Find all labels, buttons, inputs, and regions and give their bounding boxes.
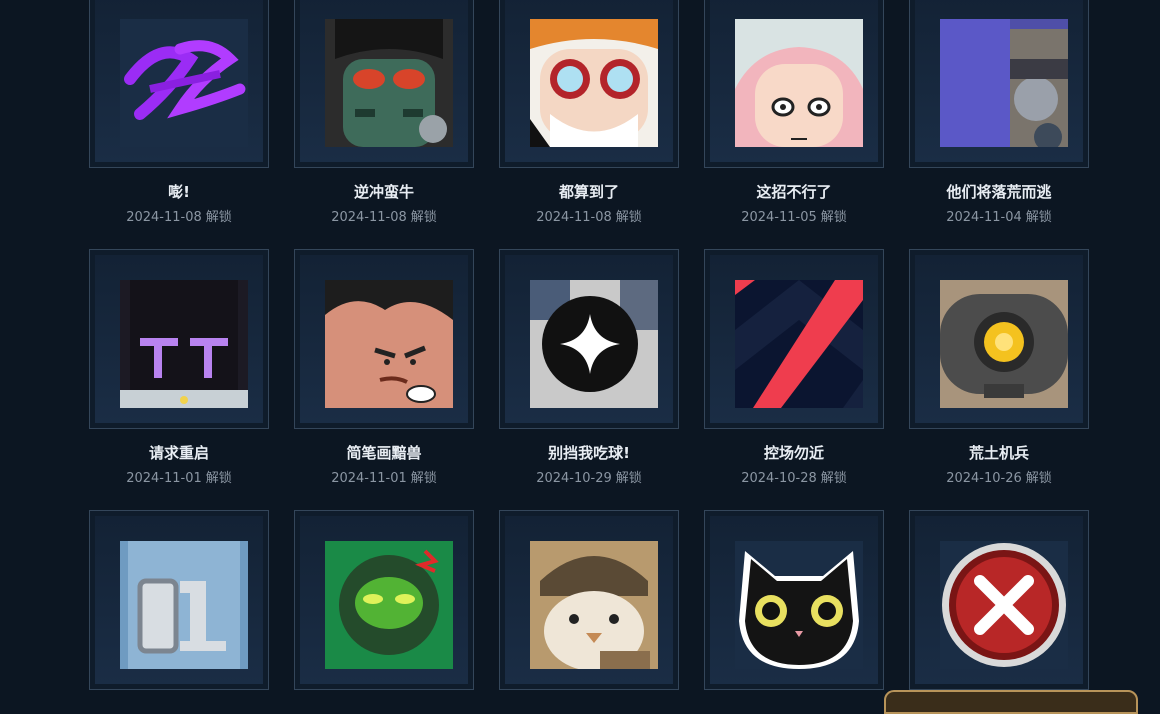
spray-name: 简笔画黯兽: [346, 444, 422, 462]
card-frame: [704, 0, 884, 168]
card-frame: [89, 249, 269, 429]
black-cat-icon: [735, 541, 863, 669]
unlock-date: 2024-11-05 解锁: [741, 210, 847, 225]
spray-name: 控场勿近: [763, 444, 824, 462]
card-frame: [909, 249, 1089, 429]
card-frame: [294, 0, 474, 168]
chevron-logo-icon: [735, 280, 863, 408]
worried-girl-icon: [735, 19, 863, 147]
penguin-beanie-icon: [530, 541, 658, 669]
spray-name: 逆冲蛮牛: [353, 183, 414, 201]
spray-name: 他们将落荒而逃: [946, 183, 1052, 201]
card-frame: [294, 249, 474, 429]
number-01-icon: [120, 541, 248, 669]
unlock-date: 2024-11-01 解锁: [331, 471, 437, 486]
green-soldier-icon: [325, 541, 453, 669]
masked-robot-icon: [325, 19, 453, 147]
unlock-date: 2024-10-29 解锁: [536, 471, 642, 486]
black-orb-icon: [530, 280, 658, 408]
goggles-old-man-icon: [530, 19, 658, 147]
spray-name: 荒土机兵: [968, 444, 1029, 462]
card-frame: [704, 510, 884, 690]
card-frame: [89, 510, 269, 690]
spray-name: 嘭!: [168, 183, 190, 201]
card-frame: [909, 0, 1089, 168]
spray-name: 都算到了: [558, 183, 619, 201]
robot-face-icon: [120, 280, 248, 408]
spray-name: 别挡我吃球!: [548, 444, 630, 462]
card-frame: [89, 0, 269, 168]
red-x-icon: [940, 541, 1068, 669]
armored-arm-icon: [940, 19, 1068, 147]
spray-name: 这招不行了: [756, 183, 832, 201]
spray-collection-grid: 嘭! 2024-11-08 解锁 逆冲蛮牛 2024-11-08 解锁 都算到了…: [0, 0, 1160, 714]
unlock-date: 2024-10-26 解锁: [946, 471, 1052, 486]
purple-graffiti-icon: [120, 19, 248, 147]
card-frame: [294, 510, 474, 690]
bottom-button[interactable]: [884, 690, 1138, 714]
angry-face-icon: [325, 280, 453, 408]
card-frame: [499, 249, 679, 429]
card-frame: [499, 0, 679, 168]
unlock-date: 2024-11-08 解锁: [536, 210, 642, 225]
unlock-date: 2024-11-04 解锁: [946, 210, 1052, 225]
card-frame: [704, 249, 884, 429]
card-frame: [909, 510, 1089, 690]
unlock-date: 2024-10-28 解锁: [741, 471, 847, 486]
yellow-eye-robot-icon: [940, 280, 1068, 408]
unlock-date: 2024-11-01 解锁: [126, 471, 232, 486]
unlock-date: 2024-11-08 解锁: [331, 210, 437, 225]
spray-name: 请求重启: [148, 444, 209, 462]
card-frame: [499, 510, 679, 690]
unlock-date: 2024-11-08 解锁: [126, 210, 232, 225]
